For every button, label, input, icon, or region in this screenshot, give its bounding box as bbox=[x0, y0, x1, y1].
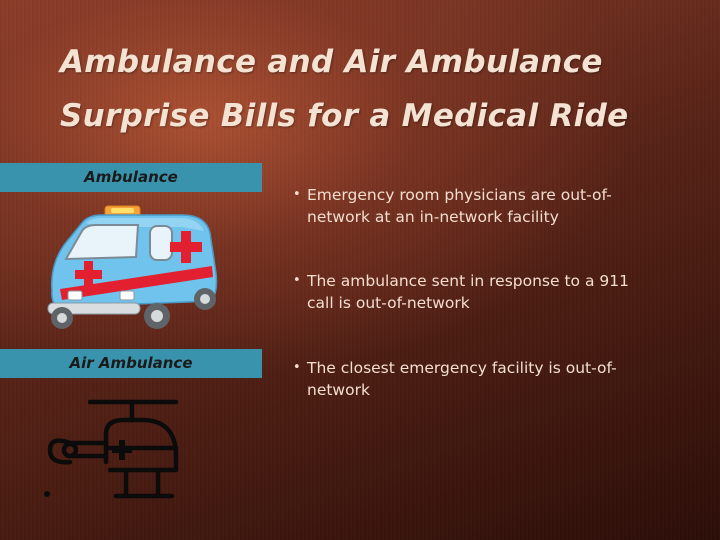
bullet-item: • The closest emergency facility is out-… bbox=[293, 357, 658, 401]
ambulance-icon bbox=[47, 205, 218, 329]
air-ambulance-section-band: Air Ambulance bbox=[0, 349, 262, 378]
bullet-item: • Emergency room physicians are out-of-n… bbox=[293, 184, 658, 228]
slide-title-line-1: Ambulance and Air Ambulance bbox=[60, 44, 603, 80]
bullet-text: The closest emergency facility is out-of… bbox=[307, 359, 617, 399]
helicopter-icon bbox=[44, 399, 179, 499]
slide-title-line-2: Surprise Bills for a Medical Ride bbox=[60, 98, 629, 134]
ambulance-section-band: Ambulance bbox=[0, 163, 262, 192]
bullet-item: • The ambulance sent in response to a 91… bbox=[293, 270, 658, 314]
bullet-text: Emergency room physicians are out-of-net… bbox=[307, 186, 612, 226]
bullet-marker: • bbox=[293, 273, 301, 288]
bullet-text: The ambulance sent in response to a 911 … bbox=[307, 272, 629, 312]
bullet-marker: • bbox=[293, 187, 301, 202]
bullet-marker: • bbox=[293, 360, 301, 375]
